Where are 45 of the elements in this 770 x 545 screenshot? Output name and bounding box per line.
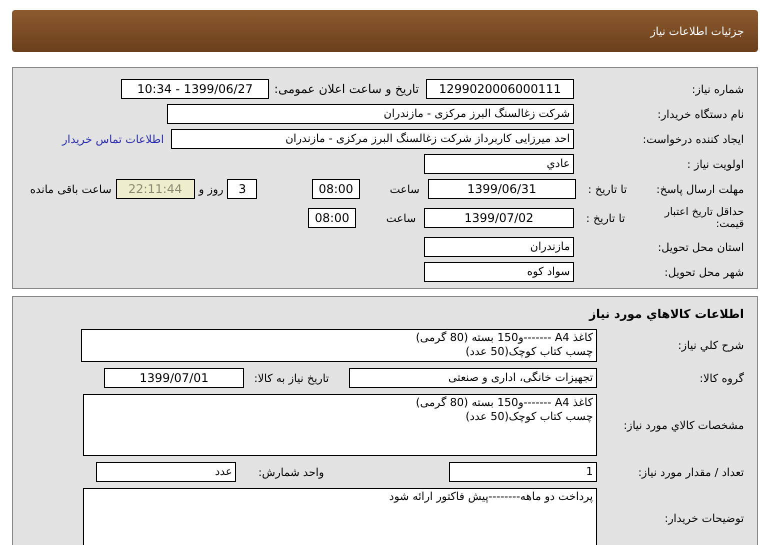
field-label: تاریخ نیاز به کالا:: [254, 372, 329, 384]
contact-link[interactable]: اطلاعات تماس خریدار: [62, 132, 164, 146]
deadline-time-field: 08:00: [312, 179, 360, 199]
remaining-time-field: 22:11:44: [116, 179, 195, 199]
section-title: اطلاعات كالاهاي مورد نياز: [588, 307, 744, 321]
city-field: سواد کوه: [424, 262, 574, 282]
days-label: روز و: [198, 182, 224, 196]
field-label: مشخصات كالاي مورد نياز:: [622, 418, 744, 432]
field-label: شرح کلي نیاز:: [676, 339, 744, 352]
need-number-field: 1299020006000111: [426, 79, 574, 99]
field-label: شماره نیاز:: [690, 82, 744, 96]
field-label: استان محل تحویل:: [656, 240, 744, 254]
description-field: کاغذ A4 -------و150 بسته (80 گرمی) چسب کتاب کوچک(50 عدد): [81, 329, 597, 362]
validity-date-field: 1399/07/02: [424, 208, 574, 228]
announce-date-field: 1399/06/27 - 10:34: [121, 79, 269, 99]
buyer-org-field: شرکت زغالسنگ البرز مرکزی - مازندران: [167, 104, 574, 124]
requester-field: احد میرزایی کاربرداز شرکت زغالسنگ البرز مرکزی - مازندران: [171, 129, 574, 149]
field-label: تاریخ و ساعت اعلان عمومی:: [274, 82, 419, 96]
field-label: نام دستگاه خریدار:: [656, 108, 744, 120]
field-label: تا تاریخ :: [586, 212, 625, 224]
need-date-field: 1399/07/01: [104, 368, 244, 388]
specs-field: کاغذ A4 -------و150 بسته (80 گرمی) چسب کتاب کوچک(50 عدد): [83, 394, 597, 456]
unit-field: عدد: [96, 462, 236, 482]
province-field: مازندران: [424, 237, 574, 257]
deadline-date-field: 1399/06/31: [428, 179, 576, 199]
field-label: شهر محل تحویل:: [663, 266, 744, 278]
field-label: توضیحات خریدار:: [664, 511, 744, 525]
field-label: ایجاد کننده درخواست:: [642, 132, 744, 146]
notes-field: پرداخت دو ماهه--------پیش فاکتور ارائه شود: [83, 488, 597, 545]
field-label: اولویت نیاز :: [686, 158, 744, 170]
field-label: ساعت: [386, 212, 416, 224]
field-label: تعداد / مقدار مورد نیاز:: [637, 466, 744, 478]
validity-time-field: 08:00: [308, 208, 356, 228]
days-field: 3: [227, 179, 258, 199]
field-label: ساعت: [390, 182, 420, 196]
field-label: واحد شمارش:: [258, 466, 324, 478]
field-label: گروه کالا:: [698, 372, 744, 384]
field-label: حداقل تاریخ اعتبار قیمت:: [663, 206, 744, 230]
field-label: مهلت ارسال پاسخ:: [655, 182, 744, 196]
goods-group-field: تجهیزات خانگی، اداری و صنعتی: [349, 368, 597, 388]
remaining-label: ساعت باقی مانده: [30, 182, 112, 196]
page-title: جزئیات اطلاعات نیاز: [650, 24, 744, 38]
quantity-field: 1: [449, 462, 597, 482]
field-label: تا تاریخ :: [588, 182, 627, 196]
priority-field: عادي: [424, 154, 574, 174]
